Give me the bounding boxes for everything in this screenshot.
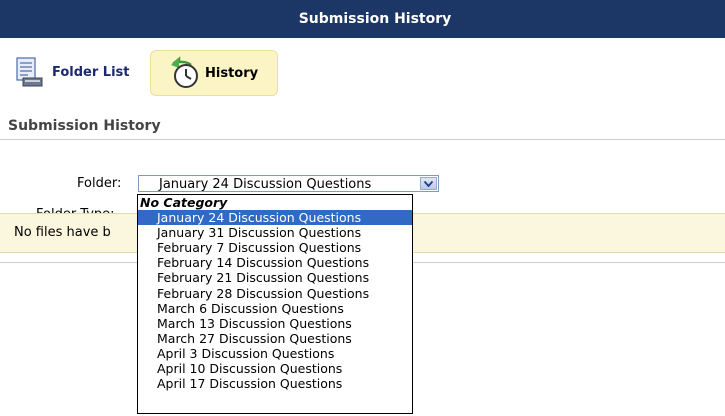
chevron-down-icon[interactable] bbox=[420, 177, 437, 190]
dropdown-group-label: No Category bbox=[140, 195, 228, 210]
dropdown-option[interactable]: March 6 Discussion Questions bbox=[138, 301, 412, 316]
dropdown-option[interactable]: March 13 Discussion Questions bbox=[138, 316, 412, 331]
folder-select[interactable]: January 24 Discussion Questions bbox=[138, 175, 439, 192]
dropdown-option[interactable]: April 10 Discussion Questions bbox=[138, 361, 412, 376]
notice-text: No files have b bbox=[14, 225, 111, 240]
toolbar: Folder List History bbox=[0, 50, 725, 96]
dropdown-option[interactable]: February 7 Discussion Questions bbox=[138, 240, 412, 255]
dropdown-option[interactable]: February 28 Discussion Questions bbox=[138, 286, 412, 301]
page-header: Submission History bbox=[0, 0, 725, 38]
divider bbox=[0, 139, 725, 140]
dropdown-option[interactable]: April 3 Discussion Questions bbox=[138, 346, 412, 361]
page-header-title: Submission History bbox=[298, 11, 452, 27]
dropdown-option[interactable]: January 31 Discussion Questions bbox=[138, 225, 412, 240]
dropdown-option[interactable]: March 27 Discussion Questions bbox=[138, 331, 412, 346]
folder-list-label: Folder List bbox=[52, 64, 130, 80]
section-title: Submission History bbox=[8, 118, 161, 134]
folder-list-icon bbox=[14, 56, 44, 88]
folder-label: Folder: bbox=[77, 176, 122, 191]
folder-dropdown-list[interactable]: No Category January 24 Discussion Questi… bbox=[137, 194, 413, 414]
dropdown-option[interactable]: April 17 Discussion Questions bbox=[138, 376, 412, 391]
dropdown-option[interactable]: February 21 Discussion Questions bbox=[138, 270, 412, 285]
dropdown-option[interactable]: February 14 Discussion Questions bbox=[138, 255, 412, 270]
folder-select-value: January 24 Discussion Questions bbox=[159, 177, 372, 192]
history-label: History bbox=[205, 65, 259, 81]
folder-list-button[interactable]: Folder List bbox=[14, 50, 144, 94]
history-button[interactable]: History bbox=[150, 50, 278, 96]
history-clock-icon bbox=[167, 56, 201, 90]
dropdown-option[interactable]: January 24 Discussion Questions bbox=[138, 210, 412, 226]
